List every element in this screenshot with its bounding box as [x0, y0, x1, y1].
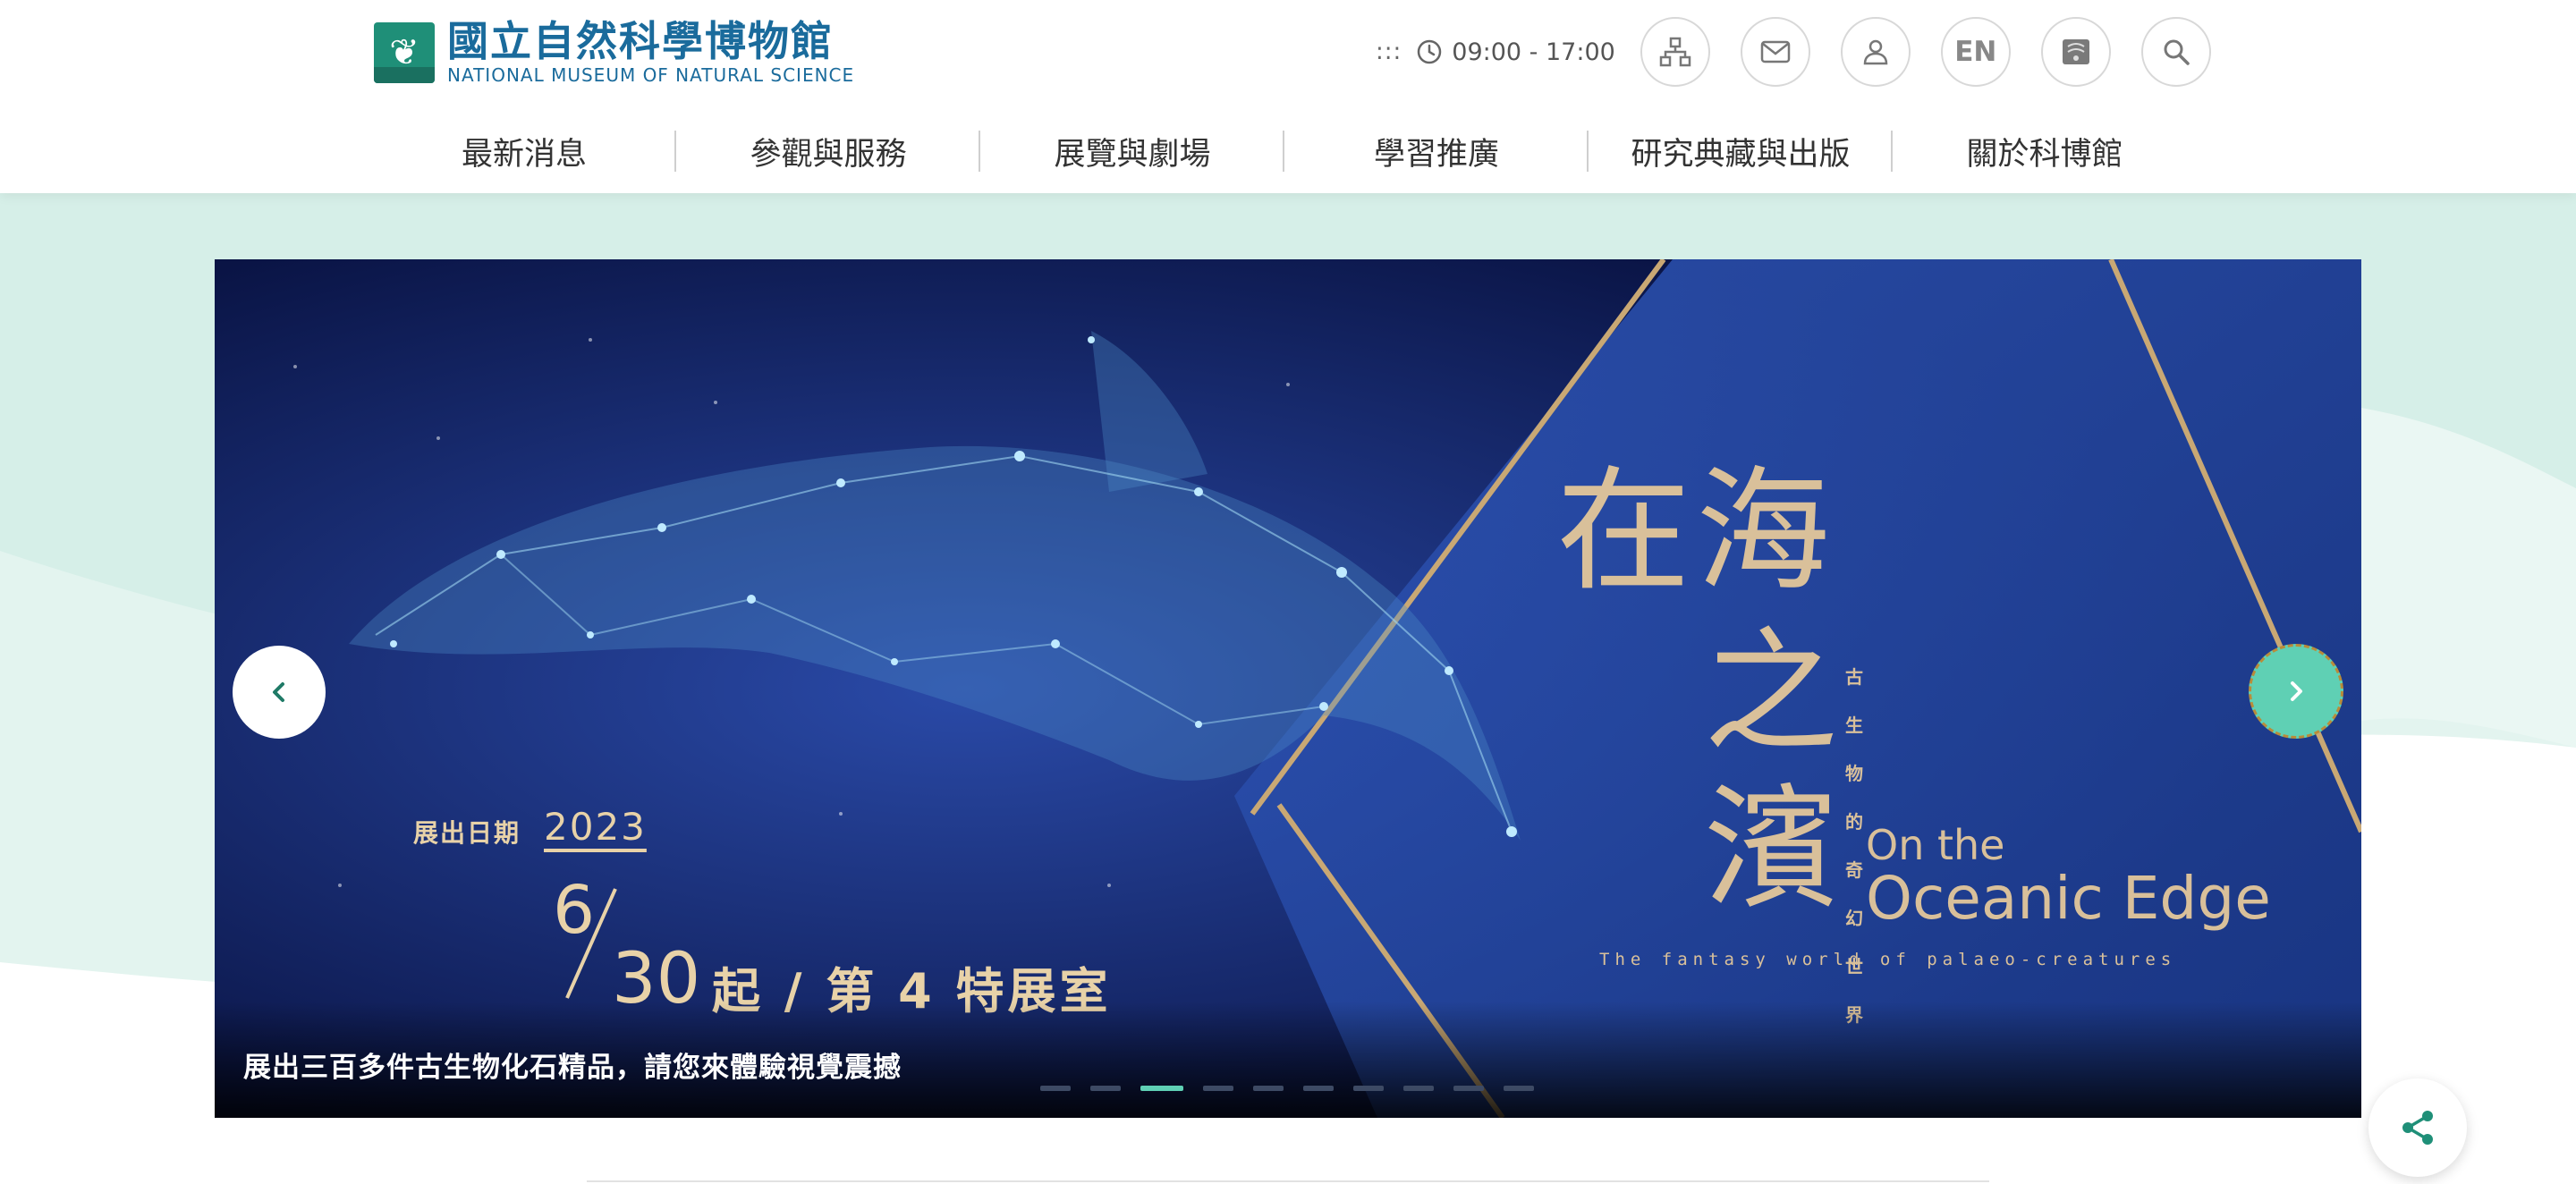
carousel-dot[interactable]: [1090, 1086, 1121, 1091]
carousel-pagination: [1040, 1086, 1534, 1091]
search-icon: [2164, 39, 2190, 65]
exhibition-title-cn-line3: 濱: [1704, 772, 1839, 927]
logo-title-en: NATIONAL MUSEUM OF NATURAL SCIENCE: [447, 64, 855, 86]
user-icon: [1863, 39, 1888, 65]
carousel-dot[interactable]: [1040, 1086, 1071, 1091]
content-divider: [587, 1180, 1989, 1182]
share-button[interactable]: [2368, 1078, 2467, 1177]
nav-item-research[interactable]: 研究典藏與出版: [1589, 123, 1893, 179]
carousel-dot[interactable]: [1504, 1086, 1534, 1091]
mail-icon: [1760, 40, 1791, 63]
exhibition-title-cn-line2: 之: [1704, 615, 1839, 771]
opening-hours: 09:00 - 17:00: [1452, 38, 1615, 66]
nav-item-exhibitions[interactable]: 展覽與劇場: [980, 123, 1284, 179]
chevron-right-icon: [2291, 681, 2302, 701]
contact-mail-button[interactable]: [1740, 17, 1810, 87]
nav-item-learning[interactable]: 學習推廣: [1284, 123, 1589, 179]
carousel-prev-button[interactable]: [233, 646, 326, 739]
sitemap-icon: [1659, 37, 1691, 67]
language-label: EN: [1954, 36, 1997, 68]
language-button[interactable]: EN: [1940, 17, 2011, 87]
nav-item-label: 參觀與服務: [750, 136, 907, 173]
logo-title-cn: 國立自然科學博物館: [447, 17, 834, 65]
exhibition-title-en-line2: Oceanic Edge: [1866, 864, 2271, 933]
nav-item-label: 關於科博館: [1966, 136, 2123, 173]
sitemap-button[interactable]: [1640, 17, 1710, 87]
museum-emblem-icon: ❦: [374, 22, 435, 83]
book-icon: [2062, 39, 2089, 64]
accessibility-key[interactable]: :::: [1376, 38, 1402, 65]
site-logo[interactable]: ❦ 國立自然科學博物館 NATIONAL MUSEUM OF NATURAL S…: [374, 18, 857, 88]
main-nav: 最新消息 參觀與服務 展覽與劇場 學習推廣 研究典藏與出版 關於科博館: [372, 123, 2200, 179]
nav-item-news[interactable]: 最新消息: [372, 123, 676, 179]
share-icon: [2402, 1111, 2433, 1145]
exhibition-subtitle-cn: 古生物的奇幻世界: [1845, 666, 1863, 1026]
nav-item-label: 學習推廣: [1373, 136, 1499, 173]
exhibition-year: 2023: [544, 805, 647, 849]
logo-text: 國立自然科學博物館 NATIONAL MUSEUM OF NATURAL SCI…: [447, 19, 854, 87]
slide-caption[interactable]: 展出三百多件古生物化石精品，請您來體驗視覺震撼: [243, 1044, 902, 1085]
exhibition-title-en-line1: On the: [1866, 821, 2005, 869]
carousel-dot[interactable]: [1303, 1086, 1334, 1091]
carousel-dot[interactable]: [1253, 1086, 1284, 1091]
search-button[interactable]: [2140, 17, 2211, 87]
clock-icon: [1418, 39, 1442, 64]
carousel-dot[interactable]: [1453, 1086, 1484, 1091]
carousel-dot[interactable]: [1403, 1086, 1434, 1091]
utility-bar: ::: 09:00 - 17:00 EN: [1376, 16, 2241, 88]
nav-item-about[interactable]: 關於科博館: [1893, 123, 2197, 179]
carousel-dot[interactable]: [1353, 1086, 1384, 1091]
carousel-next-button[interactable]: [2249, 644, 2343, 739]
site-header: ❦ 國立自然科學博物館 NATIONAL MUSEUM OF NATURAL S…: [0, 0, 2576, 193]
exhibition-poster-image: [215, 259, 2361, 1118]
carousel-dot[interactable]: [1140, 1086, 1183, 1091]
exhibition-title-cn-line1: 在海: [1556, 454, 1836, 610]
chevron-left-icon: [273, 682, 284, 702]
nav-item-visit[interactable]: 參觀與服務: [676, 123, 980, 179]
nav-item-label: 展覽與劇場: [1054, 136, 1211, 173]
carousel-dot[interactable]: [1203, 1086, 1233, 1091]
digital-book-button[interactable]: [2040, 17, 2111, 87]
hero-carousel[interactable]: 展出日期 2023 6 30 起 / 第 4 特展室 在海 之 濱 古生物的奇幻…: [215, 259, 2361, 1118]
exhibition-tagline: The fantasy world of palaeo-creatures: [1599, 950, 2177, 969]
member-login-button[interactable]: [1840, 17, 1911, 87]
nav-item-label: 研究典藏與出版: [1631, 136, 1851, 173]
nav-item-label: 最新消息: [461, 136, 587, 173]
exhibition-date-label: 展出日期: [413, 818, 521, 848]
